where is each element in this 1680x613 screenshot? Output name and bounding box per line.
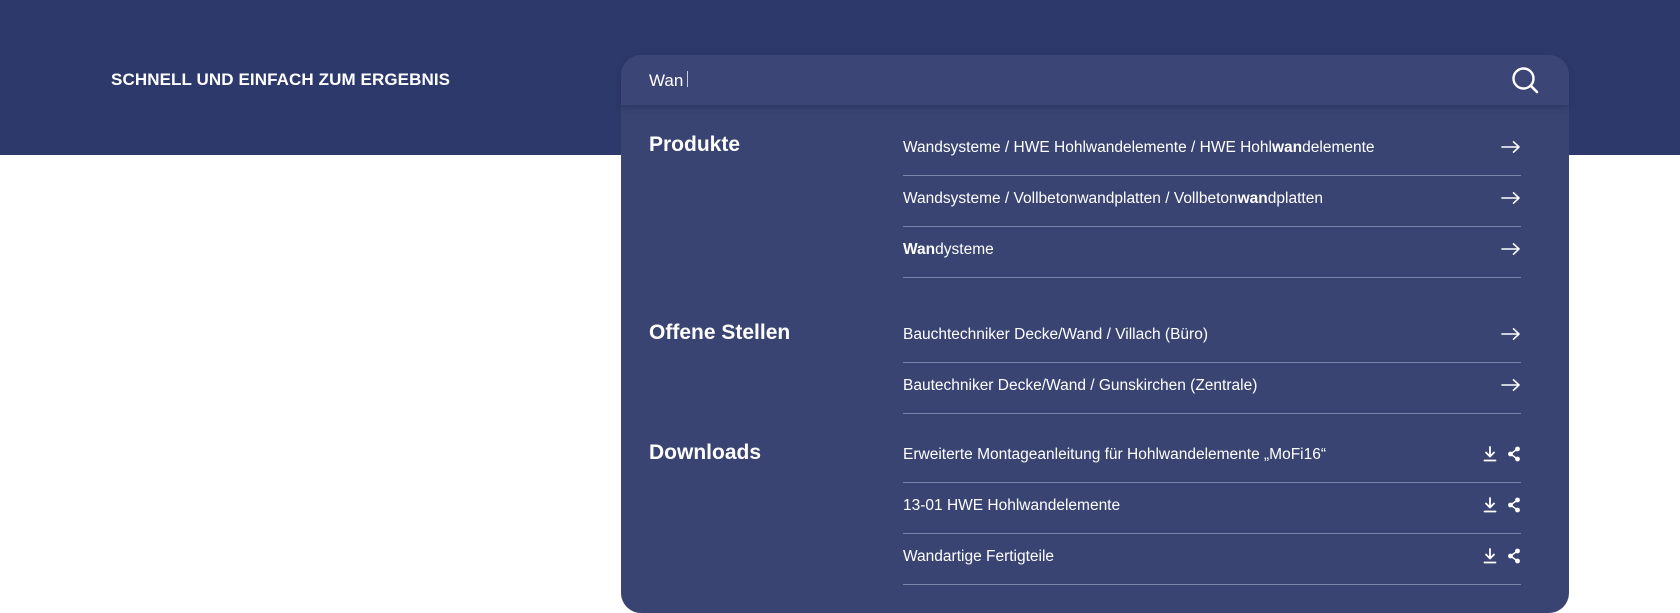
download-item[interactable]: 13-01 HWE Hohlwandelemente bbox=[903, 483, 1521, 534]
download-item[interactable]: Wandartige Fertigteile bbox=[903, 534, 1521, 585]
search-bar bbox=[621, 55, 1569, 105]
result-list: Wandsysteme / HWE Hohlwandelemente / HWE… bbox=[903, 125, 1521, 278]
tagline: SCHNELL UND EINFACH ZUM ERGEBNIS bbox=[111, 70, 451, 89]
download-icon[interactable] bbox=[1483, 548, 1497, 564]
download-icon[interactable] bbox=[1483, 446, 1497, 462]
result-label: Erweiterte Montageanleitung für Hohlwand… bbox=[903, 446, 1327, 463]
download-icon[interactable] bbox=[1483, 497, 1497, 513]
result-label: Wandartige Fertigteile bbox=[903, 548, 1055, 565]
result-item[interactable]: Bauchtechniker Decke/Wand / Villach (Bür… bbox=[903, 312, 1521, 363]
arrow-right-icon[interactable] bbox=[1501, 140, 1521, 154]
section-title: Offene Stellen bbox=[649, 321, 791, 344]
result-item[interactable]: Wandsysteme / HWE Hohlwandelemente / HWE… bbox=[903, 125, 1521, 176]
result-list: Bauchtechniker Decke/Wand / Villach (Bür… bbox=[903, 312, 1521, 414]
result-label: 13-01 HWE Hohlwandelemente bbox=[903, 497, 1121, 514]
result-label: Bautechniker Decke/Wand / Gunskirchen (Z… bbox=[903, 377, 1258, 394]
search-input[interactable] bbox=[649, 68, 1469, 94]
arrow-right-icon[interactable] bbox=[1501, 191, 1521, 205]
result-item[interactable]: Wandsysteme / Vollbetonwandplatten / Vol… bbox=[903, 176, 1521, 227]
result-item[interactable]: Wandysteme bbox=[903, 227, 1521, 278]
result-label: Wandysteme bbox=[903, 241, 994, 258]
share-icon[interactable] bbox=[1507, 446, 1521, 462]
arrow-right-icon[interactable] bbox=[1501, 242, 1521, 256]
search-icon[interactable] bbox=[1511, 66, 1539, 94]
section-title: Downloads bbox=[649, 441, 762, 464]
search-panel: Produkte Wandsysteme / HWE Hohlwandeleme… bbox=[621, 55, 1569, 613]
share-icon[interactable] bbox=[1507, 548, 1521, 564]
text-cursor bbox=[687, 71, 688, 87]
result-label: Wandsysteme / HWE Hohlwandelemente / HWE… bbox=[903, 139, 1375, 156]
result-label: Bauchtechniker Decke/Wand / Villach (Bür… bbox=[903, 326, 1208, 343]
arrow-right-icon[interactable] bbox=[1501, 378, 1521, 392]
section-title: Produkte bbox=[649, 133, 741, 156]
result-item[interactable]: Bautechniker Decke/Wand / Gunskirchen (Z… bbox=[903, 363, 1521, 414]
result-label: Wandsysteme / Vollbetonwandplatten / Vol… bbox=[903, 190, 1323, 207]
result-list: Erweiterte Montageanleitung für Hohlwand… bbox=[903, 432, 1521, 585]
download-item[interactable]: Erweiterte Montageanleitung für Hohlwand… bbox=[903, 432, 1521, 483]
share-icon[interactable] bbox=[1507, 497, 1521, 513]
arrow-right-icon[interactable] bbox=[1501, 327, 1521, 341]
